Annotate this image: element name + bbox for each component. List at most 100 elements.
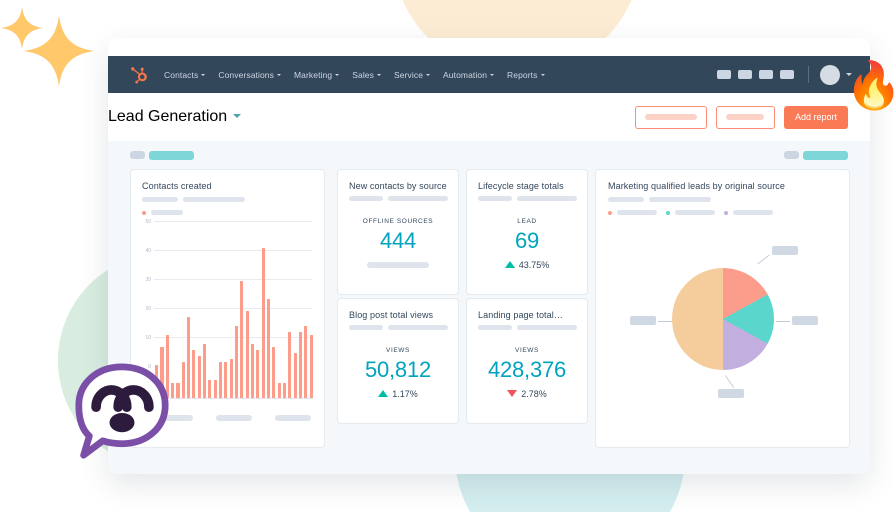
page-title[interactable]: Lead Generation — [108, 108, 242, 126]
toolbar-placeholder-pill[interactable] — [784, 151, 799, 159]
dashboard-toolbar-right — [784, 150, 848, 160]
nav-placeholder-block[interactable] — [717, 70, 731, 79]
bar[interactable] — [304, 326, 308, 398]
bar[interactable] — [234, 326, 239, 398]
pie-leader-line — [724, 375, 735, 388]
triangle-up-icon — [378, 390, 389, 397]
legend-label-placeholder — [675, 210, 715, 215]
bar[interactable] — [250, 344, 255, 398]
bar[interactable] — [245, 311, 249, 398]
bar[interactable] — [293, 353, 297, 398]
legend-label-placeholder — [151, 210, 183, 215]
pie-label-placeholder — [772, 246, 798, 255]
hubspot-sprocket-icon[interactable] — [130, 65, 150, 85]
header-ghost-button-2[interactable] — [715, 105, 775, 129]
nav-item-contacts[interactable]: Contacts — [164, 70, 206, 80]
nav-item-automation[interactable]: Automation — [443, 69, 495, 80]
pie-label-placeholder — [792, 316, 818, 325]
card-subtitle-placeholders — [349, 196, 448, 201]
bar[interactable] — [266, 299, 271, 398]
toolbar-placeholder-pill[interactable] — [130, 151, 145, 159]
placeholder-bar — [478, 325, 512, 330]
nav-item-marketing[interactable]: Marketing — [294, 70, 340, 80]
dashboard-toolbar-left — [130, 150, 194, 160]
card-title: Contacts created — [142, 181, 212, 191]
kpi-value: 444 — [379, 228, 417, 253]
page-title-text: Lead Generation — [108, 108, 228, 125]
nav-item-service[interactable]: Service — [394, 70, 431, 80]
bar[interactable] — [224, 362, 228, 398]
bar[interactable] — [272, 347, 276, 398]
card-subtitle-placeholders — [478, 196, 577, 201]
card-subtitle-placeholders — [478, 325, 577, 330]
kpi-delta: 43.75% — [467, 260, 587, 270]
header-ghost-button-1[interactable] — [634, 105, 707, 129]
placeholder-bar — [349, 325, 383, 330]
toolbar-active-pill[interactable] — [149, 150, 194, 160]
kpi-delta-text: 1.17% — [392, 389, 418, 399]
bar[interactable] — [170, 383, 175, 398]
kpi-footer-placeholder — [367, 262, 429, 268]
add-report-button[interactable]: Add report — [783, 105, 848, 129]
nav-placeholder-block[interactable] — [759, 70, 773, 79]
bar[interactable] — [213, 380, 217, 398]
x-label-placeholder — [216, 415, 252, 421]
legend-entry — [666, 210, 715, 215]
triangle-down-icon — [507, 390, 518, 397]
bar[interactable] — [208, 380, 212, 398]
page-header: Lead Generation Add report — [108, 93, 870, 141]
pie-chart — [596, 226, 849, 436]
legend-color-dot — [666, 210, 670, 215]
bar[interactable] — [240, 281, 244, 398]
triangle-up-icon — [504, 261, 515, 268]
kpi-metric-label: OFFLINE SOURCES — [362, 218, 434, 225]
bar[interactable] — [277, 383, 281, 398]
button-label-placeholder — [644, 114, 697, 120]
legend-entry — [608, 210, 657, 215]
card-mql-by-original-source: Marketing qualified leads by original so… — [595, 169, 850, 448]
bar[interactable] — [229, 359, 233, 398]
placeholder-bar — [478, 196, 512, 201]
x-axis-line — [155, 398, 313, 399]
bar[interactable] — [202, 344, 207, 398]
bar[interactable] — [176, 383, 180, 398]
bar[interactable] — [298, 332, 303, 398]
avatar[interactable] — [820, 64, 840, 85]
kpi-delta-text: 43.75% — [518, 260, 550, 270]
nav-item-reports[interactable]: Reports — [507, 70, 545, 80]
gridline — [154, 221, 312, 222]
kpi-value: 50,812 — [364, 357, 432, 382]
bar[interactable] — [197, 356, 201, 398]
chevron-down-icon — [376, 73, 381, 76]
legend-color-dot — [608, 210, 612, 215]
pie-leader-line — [776, 321, 790, 322]
bar[interactable] — [309, 335, 313, 398]
kpi-metric-label: VIEWS — [515, 347, 539, 354]
bar[interactable] — [186, 317, 191, 398]
nav-placeholder-block[interactable] — [780, 70, 794, 79]
pie-slices[interactable] — [672, 268, 774, 370]
kpi-value: 69 — [514, 228, 540, 253]
bar[interactable] — [181, 362, 185, 398]
bar[interactable] — [218, 362, 223, 398]
pie-label-placeholder — [718, 389, 744, 398]
chevron-down-icon — [276, 73, 281, 76]
nav-item-sales[interactable]: Sales — [352, 70, 381, 80]
nav-item-label: Automation — [443, 69, 488, 80]
legend-color-dot — [724, 210, 728, 215]
bar[interactable] — [256, 350, 260, 398]
bar[interactable] — [192, 350, 196, 398]
pie-label-placeholder — [630, 316, 656, 325]
nav-placeholder-block[interactable] — [738, 70, 752, 79]
fire-emoji: 🔥 — [845, 59, 894, 111]
nav-item-conversations[interactable]: Conversations — [218, 70, 281, 80]
bar[interactable] — [288, 332, 292, 398]
bar-series — [155, 248, 313, 398]
toolbar-active-pill[interactable] — [803, 150, 848, 160]
bar[interactable] — [282, 383, 287, 398]
card-title: Lifecycle stage totals — [478, 181, 564, 191]
legend-label-placeholder — [733, 210, 773, 215]
bar[interactable] — [261, 248, 265, 398]
y-axis-tick: 20 — [145, 306, 151, 312]
card-title: Marketing qualified leads by original so… — [608, 181, 785, 191]
